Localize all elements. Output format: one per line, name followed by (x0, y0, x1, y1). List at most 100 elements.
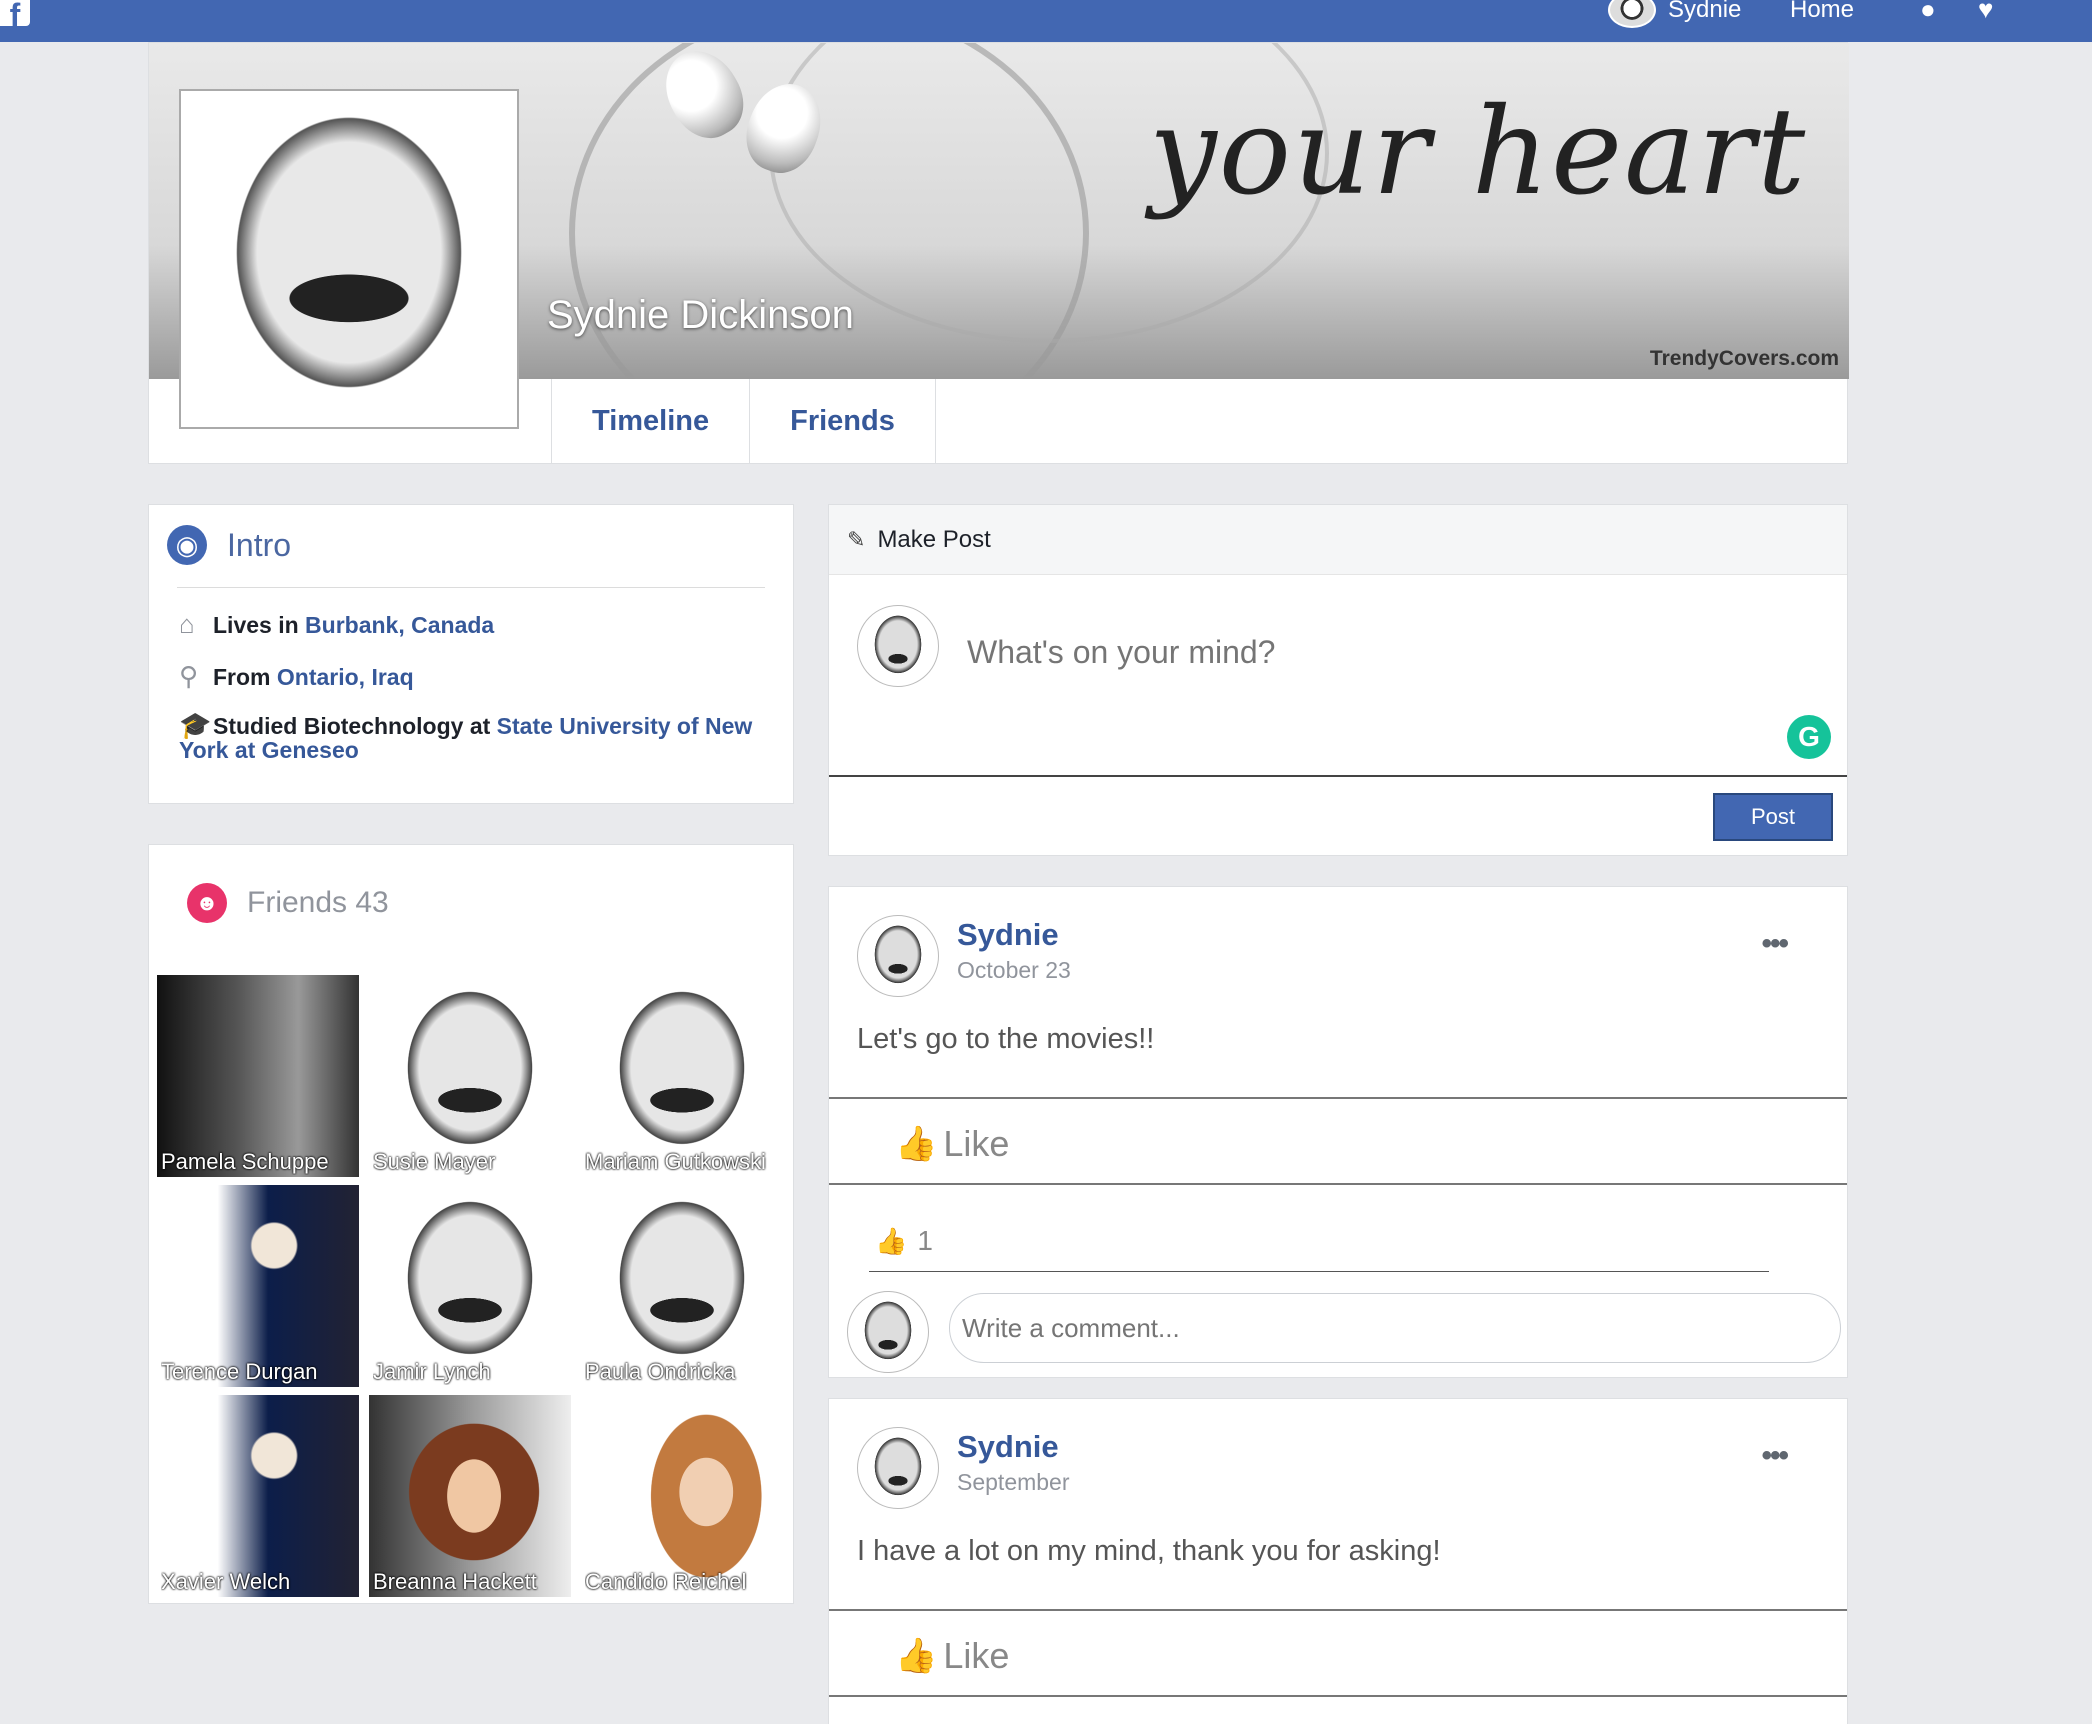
friend-name[interactable]: Jamir Lynch (373, 1359, 571, 1385)
intro-card: ◉ Intro ⌂ Lives in Burbank, Canada ⚲ From … (148, 504, 794, 804)
like-summary[interactable]: 👍 1 (875, 1225, 933, 1257)
facebook-logo[interactable]: f (0, 0, 30, 26)
post-date[interactable]: September (957, 1469, 1070, 1496)
friend-name[interactable]: Terence Durgan (161, 1359, 359, 1385)
friends-card: ☻ Friends 43 Pamela Schuppe Susie Mayer Ma… (148, 844, 794, 1604)
composer-avatar (857, 605, 939, 687)
post-text: I have a lot on my mind, thank you for a… (857, 1535, 1441, 1567)
friend-tile[interactable]: Terence Durgan (157, 1185, 359, 1387)
cover-watermark: TrendyCovers.com (1649, 347, 1839, 370)
post-author[interactable]: Sydnie (957, 1429, 1059, 1465)
post-author-avatar[interactable] (857, 915, 939, 997)
divider (829, 1695, 1847, 1697)
education-label: Studied Biotechnology at (213, 713, 497, 739)
friend-photo (581, 1395, 783, 1597)
like-label: Like (943, 1635, 1010, 1676)
profile-name: Sydnie Dickinson (547, 293, 854, 337)
friend-photo (369, 1395, 571, 1597)
friends-icon: ☻ (187, 883, 227, 923)
friend-requests-icon[interactable]: ● (1920, 0, 1936, 25)
friend-tile[interactable]: Pamela Schuppe (157, 975, 359, 1177)
intro-title: Intro (227, 526, 292, 563)
top-navigation-bar: f Sydnie Home ● ♥ (0, 0, 2092, 42)
friends-grid: Pamela Schuppe Susie Mayer Mariam Gutkowsk… (157, 975, 787, 1597)
friends-header: ☻ Friends 43 (187, 883, 389, 923)
friend-name[interactable]: Pamela Schuppe (161, 1149, 359, 1175)
friend-name[interactable]: Paula Ondricka (585, 1359, 783, 1385)
grammarly-icon[interactable]: G (1787, 715, 1831, 759)
composer-underline (829, 775, 1847, 777)
friend-photo (157, 975, 359, 1177)
like-count: 1 (917, 1225, 933, 1256)
divider (869, 1271, 1769, 1272)
from-link[interactable]: Ontario, Iraq (277, 664, 414, 690)
divider (829, 1609, 1847, 1611)
friends-title[interactable]: Friends 43 (247, 886, 389, 920)
home-icon: ⌂ (179, 609, 195, 639)
friend-photo (369, 1185, 571, 1387)
friend-photo (581, 1185, 783, 1387)
pencil-icon: ✎ (847, 526, 866, 552)
friend-tile[interactable]: Breanna Hackett (369, 1395, 571, 1597)
cover-script-text: your heart (1149, 83, 1808, 222)
friend-tile[interactable]: Jamir Lynch (369, 1185, 571, 1387)
post-author[interactable]: Sydnie (957, 917, 1059, 953)
friend-tile[interactable]: Candido Reichel (581, 1395, 783, 1597)
post-composer-input[interactable] (967, 627, 1807, 677)
tab-timeline[interactable]: Timeline (551, 379, 749, 463)
post-text: Let's go to the movies!! (857, 1023, 1155, 1055)
post-options-icon[interactable]: ••• (1761, 1439, 1788, 1473)
intro-education: 🎓Studied Biotechnology at State Universi… (179, 710, 779, 762)
divider (829, 1097, 1847, 1099)
intro-lives-in: ⌂ Lives in Burbank, Canada (179, 609, 494, 640)
comment-avatar (847, 1291, 929, 1373)
make-post-card: ✎ Make Post G Post (828, 504, 1848, 856)
intro-from: ⚲ From Ontario, Iraq (179, 661, 414, 692)
divider (829, 1183, 1847, 1185)
friend-tile[interactable]: Susie Mayer (369, 975, 571, 1177)
make-post-header: ✎ Make Post (829, 505, 1847, 575)
intro-header: ◉ Intro (167, 525, 291, 565)
friend-photo (581, 975, 783, 1177)
like-button[interactable]: 👍 Like (895, 1629, 1009, 1683)
top-user-avatar[interactable] (1608, 0, 1656, 28)
from-label: From (213, 664, 277, 690)
post-date[interactable]: October 23 (957, 957, 1071, 984)
friend-name[interactable]: Mariam Gutkowski (585, 1149, 783, 1175)
like-button[interactable]: 👍 Like (895, 1117, 1009, 1171)
profile-picture[interactable] (179, 89, 519, 429)
post-options-icon[interactable]: ••• (1761, 927, 1788, 961)
friend-name[interactable]: Breanna Hackett (373, 1569, 571, 1595)
graduation-cap-icon: 🎓 (179, 710, 212, 740)
post-card: Sydnie October 23 ••• Let's go to the mo… (828, 886, 1848, 1378)
friend-tile[interactable]: Paula Ondricka (581, 1185, 783, 1387)
lives-in-label: Lives in (213, 612, 306, 638)
thumbs-up-icon: 👍 (895, 1125, 938, 1163)
friend-tile[interactable]: Mariam Gutkowski (581, 975, 783, 1177)
profile-tabs: Timeline Friends (551, 379, 936, 463)
friend-name[interactable]: Susie Mayer (373, 1149, 571, 1175)
tab-friends[interactable]: Friends (749, 379, 936, 463)
friend-name[interactable]: Xavier Welch (161, 1569, 359, 1595)
profile-header: your heart TrendyCovers.com Sydnie Dicki… (148, 42, 1849, 464)
top-user-link[interactable]: Sydnie (1668, 0, 1741, 24)
friend-photo (157, 1185, 359, 1387)
thumbs-up-outline-icon: 👍 (895, 1637, 938, 1675)
notifications-icon[interactable]: ♥ (1978, 0, 1993, 25)
divider (177, 587, 765, 588)
friend-name[interactable]: Candido Reichel (585, 1569, 783, 1595)
lives-in-link[interactable]: Burbank, Canada (305, 612, 494, 638)
post-button[interactable]: Post (1713, 793, 1833, 841)
comment-input[interactable] (949, 1293, 1841, 1363)
friend-photo (369, 975, 571, 1177)
make-post-title: Make Post (877, 525, 991, 553)
like-label: Like (943, 1123, 1010, 1164)
profile-picture-image (185, 95, 513, 423)
home-link[interactable]: Home (1790, 0, 1854, 24)
post-author-avatar[interactable] (857, 1427, 939, 1509)
post-card: Sydnie September ••• I have a lot on my … (828, 1398, 1848, 1724)
location-pin-icon: ⚲ (179, 661, 199, 691)
thumbs-up-icon: 👍 (875, 1225, 908, 1256)
friend-photo (157, 1395, 359, 1597)
friend-tile[interactable]: Xavier Welch (157, 1395, 359, 1597)
